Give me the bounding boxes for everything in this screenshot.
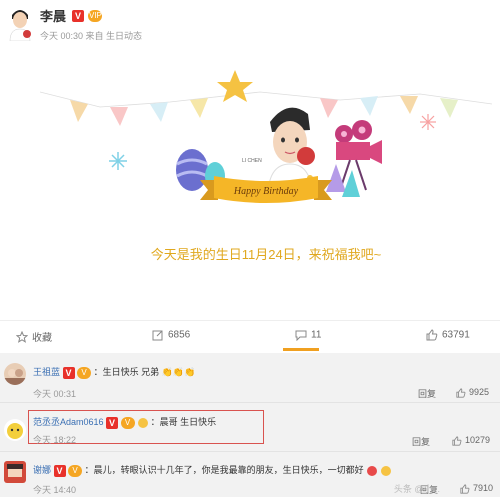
author-avatar[interactable] — [6, 5, 34, 41]
comment-like-button[interactable]: 10279 — [452, 435, 490, 446]
comment-time: 今天 00:31 — [33, 389, 77, 399]
verified-icon: V — [53, 464, 66, 477]
comment-like-count: 7910 — [473, 483, 494, 493]
cartoon-tag: LI CHEN — [242, 158, 262, 164]
vip-icon: V — [120, 416, 135, 429]
commenter-avatar[interactable] — [4, 461, 26, 483]
emoji-icon — [138, 417, 149, 428]
comment-like-button[interactable]: 9925 — [456, 387, 489, 398]
commenter-avatar[interactable] — [4, 419, 26, 441]
commenter-name[interactable]: 王祖蓝 — [33, 367, 60, 377]
comment-time: 今天 14:40 — [33, 485, 77, 495]
comment-like-count: 9925 — [469, 387, 490, 397]
comment-icon — [295, 330, 307, 341]
banner-text: Happy Birthday — [233, 186, 299, 197]
thumbs-up-icon — [460, 484, 470, 494]
birthday-caption: 今天是我的生日11月24日，来祝福我吧~ — [150, 247, 382, 262]
comment-button[interactable]: 11 — [295, 329, 321, 341]
commenter-name[interactable]: 范丞丞Adam0616 — [33, 417, 104, 427]
action-bar: 收藏 6856 11 63791 — [0, 320, 500, 351]
commenter-name[interactable]: 谢娜 — [33, 465, 51, 475]
thumbs-up-icon — [452, 436, 462, 446]
post-meta: 今天 00:30 来自 生日动态 — [40, 29, 142, 42]
vip-icon: V — [77, 366, 92, 379]
comment-text: ：晨哥 生日快乐 — [150, 417, 217, 427]
birthday-illustration: LI CHEN Happy Birthday — [40, 70, 492, 203]
comment-like-button[interactable]: 7910 — [460, 483, 493, 494]
verified-icon: V — [106, 416, 119, 429]
vip-icon: VIP — [88, 9, 103, 22]
heart-icon — [367, 465, 378, 476]
author-badges: V VIP — [72, 7, 103, 25]
author-name[interactable]: 李晨 — [40, 6, 66, 25]
favorite-label: 收藏 — [32, 333, 52, 344]
verified-icon: V — [62, 366, 75, 379]
thumbs-up-icon — [456, 388, 466, 398]
thumbs-up-icon — [426, 329, 438, 341]
comment-text: ：晨儿，转眼认识十几年了，你是我最靠的朋友，生日快乐，一切都好 — [84, 465, 364, 475]
verified-icon: V — [72, 9, 84, 22]
post-source[interactable]: 来自 生日动态 — [86, 31, 143, 41]
divider — [0, 402, 500, 403]
emoji-icon — [380, 465, 391, 476]
post-header: 李晨 V VIP 今天 00:30 来自 生日动态 — [0, 0, 500, 50]
comment-like-count: 10279 — [465, 435, 491, 445]
comment-count: 11 — [311, 329, 322, 341]
birthday-card[interactable]: LI CHEN Happy Birthday 今天是我的生日11月24日，来祝福… — [40, 52, 492, 308]
comment-time: 今天 18:22 — [33, 435, 77, 445]
vip-icon: V — [68, 464, 83, 477]
repost-icon — [152, 330, 163, 341]
active-tab-indicator — [283, 348, 319, 351]
repost-button[interactable]: 6856 — [152, 329, 190, 341]
repost-count: 6856 — [168, 329, 191, 341]
like-button[interactable]: 63791 — [426, 329, 470, 341]
post-time: 今天 00:30 — [40, 31, 84, 41]
comment-text: ：生日快乐 兄弟 — [93, 367, 160, 377]
watermark: 头条 @小... — [393, 484, 440, 494]
clap-emoji-icon: 👏👏👏 — [161, 367, 196, 377]
reply-button[interactable]: 回复 — [418, 387, 436, 400]
commenter-avatar[interactable] — [4, 363, 26, 385]
favorite-button[interactable]: 收藏 — [16, 329, 52, 344]
divider — [0, 451, 500, 452]
like-count: 63791 — [442, 329, 470, 341]
reply-button[interactable]: 回复 — [412, 435, 430, 448]
comment-list: 王祖蓝 V V ：生日快乐 兄弟 👏👏👏 今天 00:31 回复 9925 范丞… — [0, 353, 500, 497]
star-outline-icon — [16, 330, 28, 343]
